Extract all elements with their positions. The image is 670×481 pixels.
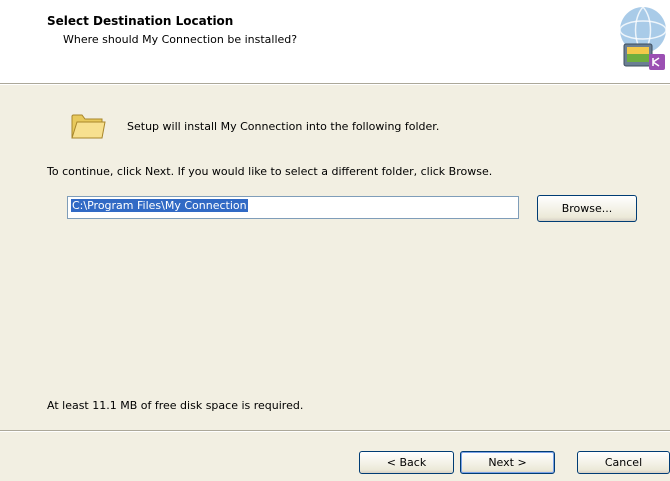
wizard-header: Select Destination Location Where should… <box>0 0 670 83</box>
install-folder-text: Setup will install My Connection into th… <box>127 120 440 133</box>
wizard-monitor-globe-image <box>619 5 667 70</box>
continue-instruction-text: To continue, click Next. If you would li… <box>47 165 493 178</box>
back-button[interactable]: < Back <box>359 451 454 474</box>
page-title: Select Destination Location <box>47 14 234 28</box>
browse-button[interactable]: Browse... <box>537 195 637 222</box>
folder-icon <box>71 114 106 139</box>
cancel-button[interactable]: Cancel <box>577 451 670 474</box>
page-subtitle: Where should My Connection be installed? <box>63 33 298 46</box>
destination-path-input[interactable]: C:\Program Files\My Connection <box>67 196 519 219</box>
destination-path-value: C:\Program Files\My Connection <box>71 199 248 212</box>
disk-space-text: At least 11.1 MB of free disk space is r… <box>47 399 304 412</box>
wizard-footer <box>0 432 670 481</box>
next-button[interactable]: Next > <box>460 451 555 474</box>
